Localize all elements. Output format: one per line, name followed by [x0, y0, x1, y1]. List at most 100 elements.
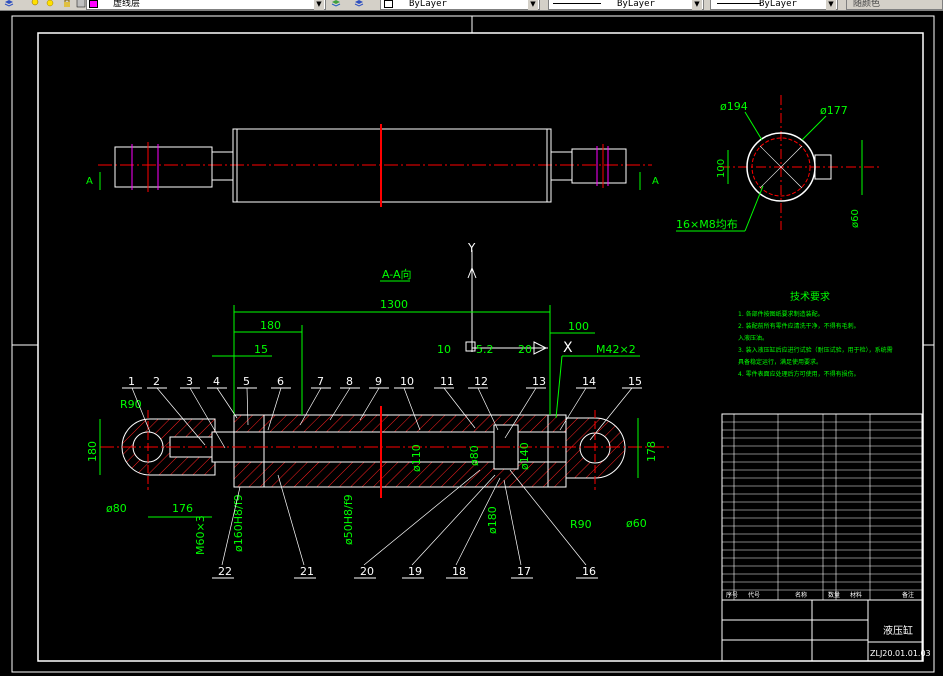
tech-line: 1. 各部件按图纸要求制造装配。 — [738, 310, 824, 318]
leader — [801, 115, 827, 141]
callout-leader — [277, 474, 305, 566]
part-number: 13 — [532, 375, 546, 388]
part-number: 14 — [582, 375, 596, 388]
bolt-note: 16×M8均布 — [676, 218, 738, 231]
sun-icon[interactable] — [45, 0, 55, 8]
linetype-preview — [553, 3, 601, 4]
leader-thread — [555, 355, 563, 419]
drawing-canvas[interactable]: A A ø194 ø177 100 ø60 16×M8均布 Y X A-A向 1… — [0, 11, 943, 676]
section-view: A-A向 1300 180 15 10 5.2 20 100 M42×2 R90… — [86, 267, 672, 579]
dim-fit1: ø160H8/f9 — [232, 494, 245, 552]
dim-10: 10 — [437, 343, 451, 356]
chevron-down-icon[interactable]: ▼ — [528, 0, 538, 10]
end-view: ø194 ø177 100 ø60 16×M8均布 — [676, 95, 880, 232]
external-view: A A — [86, 124, 659, 207]
part-number: 20 — [360, 565, 374, 578]
dim-dia194: ø194 — [720, 100, 748, 113]
right-neck — [550, 151, 573, 181]
layer-name: 虚线层 — [113, 0, 141, 9]
make-current-icon[interactable] — [331, 0, 341, 8]
chevron-down-icon[interactable]: ▼ — [692, 0, 702, 10]
dim-1300: 1300 — [380, 298, 408, 311]
linetype-control-value: ByLayer — [617, 0, 655, 9]
ucs-box — [465, 341, 476, 352]
dim-15: 15 — [254, 343, 268, 356]
outer-sheet-border — [11, 15, 935, 673]
bom-label: 材料 — [850, 591, 862, 599]
part-number: 18 — [452, 565, 466, 578]
part-number: 21 — [300, 565, 314, 578]
bulb-icon[interactable] — [30, 0, 40, 8]
lineweight-preview — [717, 3, 761, 4]
left-rod-end — [114, 146, 213, 188]
plotstyle-control-value: 随颜色 — [853, 0, 881, 9]
chevron-down-icon[interactable]: ▼ — [826, 0, 836, 10]
dim-176: 176 — [172, 502, 193, 515]
technical-requirements: 技术要求 1. 各部件按图纸要求制造装配。 2. 装配前所有零件应清洗干净，不得… — [738, 290, 893, 378]
title-block: 序号 代号 名称 数量 材料 备注 液压缸 ZLJ20.01.01.03 — [721, 413, 931, 662]
part-number: 2 — [153, 375, 160, 388]
part-number: 9 — [375, 375, 382, 388]
part-number: 1 — [128, 375, 135, 388]
layer-previous-icon[interactable] — [354, 0, 364, 8]
layer-manager-icon[interactable] — [4, 0, 14, 8]
part-number: 5 — [243, 375, 250, 388]
bom-label: 数量 — [828, 591, 840, 599]
part-number: 3 — [186, 375, 193, 388]
linetype-control-dropdown[interactable]: ByLayer ▼ — [548, 0, 704, 10]
dim-dia60-right: ø60 — [626, 517, 647, 530]
part-number: 11 — [440, 375, 454, 388]
view-marker-right: A — [652, 176, 659, 187]
dim-m60: M60×3 — [194, 515, 207, 555]
tech-line: 入液压油。 — [738, 334, 768, 342]
dim-dia180: ø180 — [486, 506, 499, 534]
color-control-dropdown[interactable]: ByLayer ▼ — [380, 0, 540, 10]
drawing-name: 液压缸 — [883, 624, 913, 637]
section-label: A-A向 — [382, 267, 412, 281]
color-swatch-icon[interactable] — [76, 0, 86, 8]
bom-label: 名称 — [795, 591, 807, 599]
lock-icon[interactable] — [62, 0, 72, 8]
bom-frame — [721, 413, 923, 662]
tech-line: 3. 装入液压缸后应进行试验（耐压试验，用于检），系统需 — [738, 346, 893, 354]
part-number: 16 — [582, 565, 596, 578]
color-control-value: ByLayer — [409, 0, 447, 9]
part-number: 15 — [628, 375, 642, 388]
tech-title: 技术要求 — [790, 290, 830, 303]
callout-leader — [411, 474, 496, 566]
dim-dia140: ø140 — [518, 442, 531, 470]
bom-label: 代号 — [748, 591, 760, 599]
chevron-down-icon[interactable]: ▼ — [314, 0, 324, 10]
ucs-axis: Y X — [465, 241, 573, 356]
dim-180-top: 180 — [260, 319, 281, 332]
x-axis-label: X — [563, 340, 573, 356]
left-neck — [211, 151, 234, 181]
dim-h178: 178 — [645, 441, 658, 462]
dim-thread: M42×2 — [596, 343, 636, 356]
dim-dia80-mid: ø80 — [468, 445, 481, 466]
right-rod-end — [571, 148, 627, 184]
dim-20: 20 — [518, 343, 532, 356]
part-number: 7 — [317, 375, 324, 388]
part-number: 12 — [474, 375, 488, 388]
layer-dropdown[interactable]: 虚线层 ▼ — [86, 0, 326, 10]
tech-line: 具备稳定运行，满足使用要求。 — [738, 358, 822, 366]
view-marker-left: A — [86, 176, 93, 187]
part-number: 17 — [517, 565, 531, 578]
properties-toolbar: 虚线层 ▼ ByLayer ▼ ByLayer ▼ ByLayer ▼ 随颜色 — [0, 0, 943, 11]
part-number: 6 — [277, 375, 284, 388]
bom-label: 序号 — [726, 591, 738, 599]
tech-line: 2. 装配前所有零件应清洗干净，不得有毛刺。 — [738, 322, 860, 330]
dim-dia110: ø110 — [410, 444, 423, 472]
lineweight-control-value: ByLayer — [759, 0, 797, 9]
dim-dia80-left: ø80 — [106, 502, 127, 515]
dim-5-2: 5.2 — [476, 343, 494, 356]
drawing-code: ZLJ20.01.01.03 — [870, 649, 931, 658]
dim-dia60-end: ø60 — [850, 209, 861, 228]
bom-label: 备注 — [902, 591, 914, 599]
tech-line: 4. 零件表面应处理后方可使用，不得有损伤。 — [738, 370, 860, 378]
dim-h180: 180 — [86, 441, 99, 462]
layer-color-swatch — [89, 0, 98, 8]
plotstyle-control-dropdown[interactable]: 随颜色 — [846, 0, 943, 10]
lineweight-control-dropdown[interactable]: ByLayer ▼ — [710, 0, 838, 10]
